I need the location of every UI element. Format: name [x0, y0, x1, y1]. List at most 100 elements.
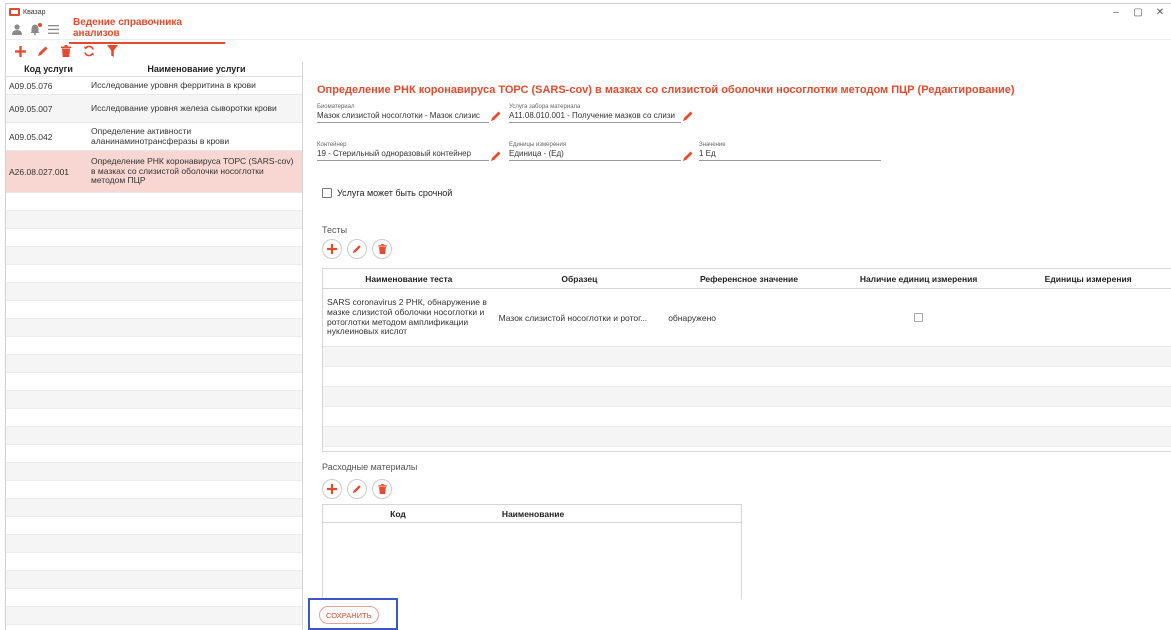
empty-row — [323, 347, 1171, 367]
service-name: Исследование уровня железа сыворотки кро… — [91, 102, 277, 113]
empty-row — [323, 427, 1171, 447]
services-list-panel: Код услуги Наименование услуги A09.05.07… — [6, 62, 303, 630]
materials-table-header: Код Наименование — [323, 505, 741, 523]
biomaterial-field[interactable]: Биоматериал Мазок слизистой носоглотки -… — [317, 104, 489, 123]
test-reference: обнаружено — [668, 312, 717, 323]
biomaterial-value[interactable]: Мазок слизистой носоглотки - Мазок слизи… — [317, 110, 489, 123]
value-field[interactable]: Значение 1 Ед — [699, 142, 881, 161]
empty-row — [6, 229, 302, 247]
edit-test-button[interactable] — [347, 239, 367, 259]
add-button[interactable] — [11, 42, 29, 60]
table-row[interactable]: A09.05.042 Определение активности аланин… — [6, 123, 302, 151]
edit-container-pencil-icon[interactable] — [490, 150, 502, 162]
units-field[interactable]: Единицы измерения Единица - (Ед) — [509, 142, 681, 161]
empty-row — [6, 499, 302, 517]
filter-button[interactable] — [103, 42, 121, 60]
table-row-selected[interactable]: A26.08.027.001 Определение РНК коронавир… — [6, 151, 302, 193]
column-header-material-code[interactable]: Код — [323, 509, 473, 519]
empty-row — [6, 481, 302, 499]
services-table-body: A09.05.076 Исследование уровня ферритина… — [6, 77, 302, 625]
delete-material-button[interactable] — [372, 479, 392, 499]
column-header-reference[interactable]: Референсное значение — [664, 274, 834, 284]
table-row[interactable]: SARS coronavirus 2 РНК, обнаружение в ма… — [323, 289, 1171, 347]
table-row[interactable]: A09.05.076 Исследование уровня ферритина… — [6, 77, 302, 95]
service-code: A09.05.007 — [9, 103, 53, 114]
add-test-button[interactable] — [322, 239, 342, 259]
minimize-button[interactable]: – — [1105, 7, 1127, 18]
column-header-units[interactable]: Единицы измерения — [1003, 274, 1171, 284]
column-header-has-units[interactable]: Наличие единиц измерения — [834, 274, 1004, 284]
empty-row — [6, 463, 302, 481]
materials-toolbar — [322, 479, 397, 499]
value-input[interactable]: 1 Ед — [699, 148, 881, 161]
test-has-units-cell — [834, 313, 1004, 322]
units-value[interactable]: Единица - (Ед) — [509, 148, 681, 161]
urgent-checkbox-row[interactable]: Услуга может быть срочной — [322, 188, 452, 198]
delete-test-button[interactable] — [372, 239, 392, 259]
tests-section-title: Тесты — [322, 225, 348, 235]
empty-row — [6, 409, 302, 427]
pencil-icon — [352, 485, 361, 494]
service-editor-panel: Определение РНК коронавируса ТОРС (SARS-… — [304, 62, 1171, 630]
empty-row — [6, 247, 302, 265]
edit-sampling-service-pencil-icon[interactable] — [682, 110, 694, 122]
column-header-code[interactable]: Код услуги — [6, 64, 91, 74]
refresh-icon — [83, 45, 95, 57]
empty-row — [6, 193, 302, 211]
test-sample: Мазок слизистой носоглотки и ротог... — [498, 312, 648, 323]
filter-icon — [106, 45, 118, 57]
plus-icon — [327, 484, 337, 494]
urgent-checkbox[interactable] — [322, 188, 332, 198]
column-header-test-name[interactable]: Наименование теста — [323, 274, 495, 284]
edit-button[interactable] — [34, 42, 52, 60]
empty-row — [6, 319, 302, 337]
nav-bar: Ведение справочника анализов — [6, 17, 1171, 44]
column-header-material-name[interactable]: Наименование — [473, 509, 593, 519]
empty-row — [6, 283, 302, 301]
empty-rows — [6, 193, 302, 625]
has-units-checkbox[interactable] — [914, 313, 924, 322]
notification-dot-icon — [38, 23, 42, 27]
delete-button[interactable] — [57, 42, 75, 60]
empty-row — [6, 571, 302, 589]
edit-units-pencil-icon[interactable] — [682, 150, 694, 162]
title-bar: Квазар – ▢ ✕ — [6, 4, 1171, 20]
empty-row — [6, 553, 302, 571]
pencil-icon — [352, 245, 361, 254]
close-button[interactable]: ✕ — [1149, 7, 1171, 18]
service-code: A26.08.027.001 — [9, 166, 70, 177]
column-header-sample[interactable]: Образец — [495, 274, 665, 284]
empty-row — [6, 373, 302, 391]
user-icon[interactable] — [12, 24, 22, 35]
empty-row — [323, 387, 1171, 407]
refresh-button[interactable] — [80, 42, 98, 60]
bell-icon[interactable] — [30, 23, 42, 35]
sampling-service-field[interactable]: Услуга забора материала A11.08.010.001 -… — [509, 104, 681, 123]
test-name: SARS coronavirus 2 РНК, обнаружение в ма… — [327, 296, 487, 337]
service-name: Исследование уровня ферритина в крови — [91, 79, 256, 90]
edit-biomaterial-pencil-icon[interactable] — [490, 110, 502, 122]
service-name: Определение РНК коронавируса ТОРС (SARS-… — [91, 156, 294, 186]
services-table-header: Код услуги Наименование услуги — [6, 62, 302, 77]
empty-row — [6, 391, 302, 409]
empty-row — [6, 355, 302, 373]
edit-material-button[interactable] — [347, 479, 367, 499]
table-row[interactable]: A09.05.007 Исследование уровня железа сы… — [6, 95, 302, 123]
sampling-service-value[interactable]: A11.08.010.001 - Получение мазков со сли… — [509, 110, 681, 123]
plus-icon — [327, 244, 337, 254]
tests-toolbar — [322, 239, 397, 259]
add-material-button[interactable] — [322, 479, 342, 499]
trash-icon — [61, 45, 71, 57]
maximize-button[interactable]: ▢ — [1127, 7, 1149, 18]
column-header-name[interactable]: Наименование услуги — [91, 64, 302, 74]
menu-icon[interactable] — [48, 25, 59, 34]
empty-row — [6, 589, 302, 607]
pencil-icon — [38, 46, 48, 56]
urgent-checkbox-label: Услуга может быть срочной — [337, 188, 453, 198]
container-field[interactable]: Контейнер 19 - Стерильный одноразовый ко… — [317, 142, 489, 161]
container-value[interactable]: 19 - Стерильный одноразовый контейнер — [317, 148, 489, 161]
empty-row — [6, 265, 302, 283]
window-controls: – ▢ ✕ — [1105, 4, 1171, 20]
tests-table: Наименование теста Образец Референсное з… — [322, 268, 1171, 452]
save-button[interactable]: СОХРАНИТЬ — [319, 606, 379, 624]
